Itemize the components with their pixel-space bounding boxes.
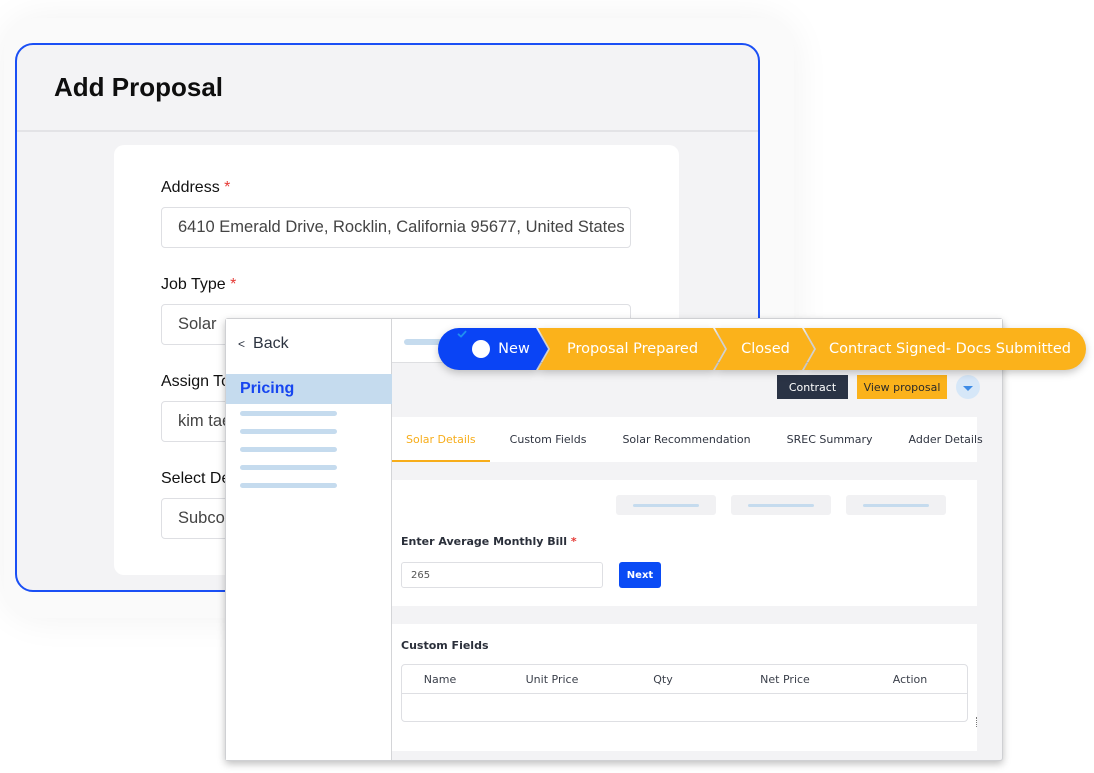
placeholder-chip[interactable] xyxy=(846,495,946,515)
check-circle-icon xyxy=(457,330,491,358)
placeholder-chip[interactable] xyxy=(616,495,716,515)
more-actions-button[interactable] xyxy=(956,375,980,399)
tab-solar-details[interactable]: Solar Details xyxy=(392,417,490,462)
stage-label: New xyxy=(498,341,530,357)
address-field-group: Address * 6410 Emerald Drive, Rocklin, C… xyxy=(161,179,631,248)
address-label-text: Address xyxy=(161,179,220,196)
sidebar-item-placeholder[interactable] xyxy=(240,465,337,470)
stage-closed[interactable]: Closed xyxy=(727,328,804,370)
placeholder-chip[interactable] xyxy=(731,495,831,515)
tab-custom-fields[interactable]: Custom Fields xyxy=(496,417,601,462)
sidebar-item-placeholder[interactable] xyxy=(240,447,337,452)
monthly-bill-input[interactable]: 265 xyxy=(401,562,603,588)
monthly-bill-label-text: Enter Average Monthly Bill xyxy=(401,535,567,548)
chip-placeholder-bar xyxy=(748,503,814,507)
tab-srec-summary[interactable]: SREC Summary xyxy=(773,417,887,462)
address-input[interactable]: 6410 Emerald Drive, Rocklin, California … xyxy=(161,207,631,248)
monthly-bill-label: Enter Average Monthly Bill * xyxy=(401,535,577,548)
custom-fields-title: Custom Fields xyxy=(401,639,489,652)
status-pipeline: New Proposal Prepared Closed Contract Si… xyxy=(438,328,1086,370)
proposal-header: Add Proposal xyxy=(17,45,758,132)
contract-button[interactable]: Contract xyxy=(777,375,848,399)
job-type-label-text: Job Type xyxy=(161,276,226,293)
address-label: Address * xyxy=(161,179,631,197)
view-proposal-button[interactable]: View proposal xyxy=(857,375,947,399)
monthly-bill-card: Enter Average Monthly Bill * 265 Next xyxy=(392,480,977,606)
action-row: Contract View proposal xyxy=(392,375,1002,401)
required-marker: * xyxy=(570,535,577,548)
sidebar-item-pricing[interactable]: Pricing xyxy=(226,374,392,404)
table-empty-body xyxy=(402,694,967,721)
custom-fields-card: Custom Fields Name Unit Price Qty Net Pr… xyxy=(392,624,977,751)
tabs-bar: Solar Details Custom Fields Solar Recomm… xyxy=(392,417,983,462)
required-marker: * xyxy=(224,179,231,196)
sidebar-item-placeholder[interactable] xyxy=(240,483,337,488)
column-header-unit-price: Unit Price xyxy=(525,673,579,686)
side-nav: < Back Pricing xyxy=(226,319,392,760)
column-header-name: Name xyxy=(423,673,457,686)
job-type-label: Job Type * xyxy=(161,276,631,294)
column-header-qty: Qty xyxy=(653,673,673,686)
back-label: Back xyxy=(253,335,289,352)
chip-placeholder-bar xyxy=(633,503,699,507)
stage-contract-signed[interactable]: Contract Signed- Docs Submitted xyxy=(816,328,1084,370)
chevron-left-icon: < xyxy=(238,337,246,351)
page-title: Add Proposal xyxy=(54,72,224,102)
table-header: Name Unit Price Qty Net Price Action xyxy=(402,665,967,694)
column-header-action: Action xyxy=(892,673,928,686)
scrollbar-handle[interactable] xyxy=(976,717,978,727)
custom-fields-table: Name Unit Price Qty Net Price Action xyxy=(401,664,968,722)
back-button[interactable]: < Back xyxy=(238,335,289,353)
tab-solar-recommendation[interactable]: Solar Recommendation xyxy=(608,417,764,462)
next-button[interactable]: Next xyxy=(619,562,661,588)
required-marker: * xyxy=(230,276,237,293)
caret-down-icon xyxy=(963,385,973,391)
column-header-net-price: Net Price xyxy=(760,673,810,686)
tab-adder-details[interactable]: Adder Details xyxy=(895,417,997,462)
chip-placeholder-bar xyxy=(863,503,929,507)
stage-proposal-prepared[interactable]: Proposal Prepared xyxy=(550,328,715,370)
sidebar-item-placeholder[interactable] xyxy=(240,411,337,416)
stage-new[interactable]: New xyxy=(456,328,546,370)
pricing-window: < Back Pricing Contract View proposal So… xyxy=(225,318,1003,761)
sidebar-item-placeholder[interactable] xyxy=(240,429,337,434)
